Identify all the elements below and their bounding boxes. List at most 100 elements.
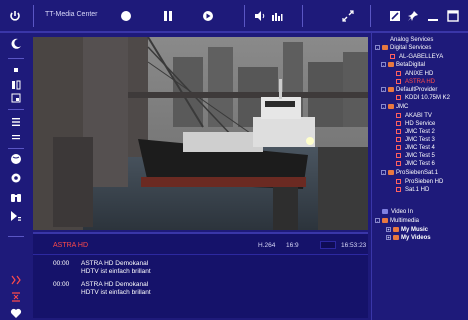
tree-label: Video In (391, 209, 413, 215)
collapse-icon[interactable]: - (375, 45, 380, 50)
maximize-icon[interactable] (446, 8, 460, 24)
pause-button[interactable] (160, 8, 176, 24)
tree-item-jmc-test-3[interactable]: JMC Test 3 (396, 136, 466, 144)
folder-icon (393, 235, 399, 240)
toolbar-separator (244, 5, 245, 27)
edit-icon[interactable] (388, 8, 402, 24)
fullscreen-icon[interactable] (340, 8, 356, 24)
tree-label: Analog Services (390, 37, 434, 43)
globe-icon[interactable] (8, 152, 24, 166)
current-time: 16:53:23 (341, 242, 367, 249)
tree-label: KDDI 10.75M K2 (405, 95, 451, 101)
folder-icon (382, 218, 388, 223)
folder-icon (393, 227, 399, 232)
channel-icon (396, 79, 401, 84)
collapse-icon[interactable]: - (381, 170, 386, 175)
tree-item-jmc-test-5[interactable]: JMC Test 5 (396, 152, 466, 160)
settings-icon[interactable] (8, 171, 24, 185)
tree-item-kddi[interactable]: KDDI 10.75M K2 (396, 94, 466, 102)
channel-icon (396, 113, 401, 118)
tree-item-defaultprovider[interactable]: - DefaultProvider (381, 86, 465, 94)
list-icon[interactable] (8, 115, 24, 129)
event-subtitle: HDTV ist einfach brillant (81, 289, 151, 296)
tree-label: JMC (396, 104, 409, 110)
picture-in-picture-icon[interactable] (8, 91, 24, 105)
tree-item-betadigital[interactable]: - BetaDigital (381, 61, 465, 69)
expand-icon[interactable]: + (386, 235, 391, 240)
timer-icon[interactable] (8, 290, 24, 304)
channel-icon (396, 153, 401, 158)
tree-item-jmc[interactable]: - JMC (381, 103, 465, 111)
tree-item-multimedia[interactable]: - Multimedia (375, 217, 465, 225)
tree-item-my-music[interactable]: + My Music (386, 226, 466, 234)
collapse-icon[interactable]: - (381, 62, 386, 67)
tree-item-hd-service[interactable]: HD Service (396, 120, 466, 128)
tree-item-akabi-tv[interactable]: AKABI TV (396, 112, 466, 120)
tree-label: My Videos (401, 235, 431, 241)
play-button[interactable] (200, 8, 216, 24)
toolbar-separator (8, 148, 24, 149)
play-list-icon[interactable] (8, 209, 24, 223)
program-info-panel: ASTRA HD H.264 16:9 16:53:23 00:00 ASTRA… (33, 232, 368, 318)
event-title[interactable]: ASTRA HD Demokanal (81, 281, 148, 288)
volume-icon[interactable] (253, 8, 267, 24)
menu-icon[interactable] (8, 131, 24, 145)
tree-label: Multimedia (390, 218, 420, 224)
tree-item-prosiebensat1[interactable]: - ProSiebenSat.1 (381, 169, 468, 177)
tree-label: JMC Test 2 (405, 129, 435, 135)
video-display[interactable] (33, 37, 368, 230)
tree-item-digital[interactable]: - Digital Services (375, 44, 465, 52)
tree-label: HD Service (405, 121, 436, 127)
audio-channels-icon[interactable] (270, 8, 284, 24)
channel-icon (396, 121, 401, 126)
binoculars-icon[interactable] (8, 190, 24, 204)
channel-icon (396, 129, 401, 134)
aspect-ratio: 16:9 (286, 242, 299, 249)
tree-item-jmc-test-4[interactable]: JMC Test 4 (396, 144, 466, 152)
tree-label: Sat.1 HD (405, 187, 430, 193)
collapse-icon[interactable]: - (381, 87, 386, 92)
channel-icon (396, 71, 401, 76)
favorite-icon[interactable] (8, 306, 24, 320)
tree-label: ANIXE HD (405, 71, 434, 77)
collapse-icon[interactable]: - (375, 218, 380, 223)
folder-icon (388, 104, 394, 109)
power-icon[interactable] (8, 8, 22, 24)
channel-icon (396, 161, 401, 166)
tree-item-jmc-test-6[interactable]: JMC Test 6 (396, 160, 466, 168)
left-toolbar (0, 33, 32, 320)
tree-label: Digital Services (390, 45, 432, 51)
event-title[interactable]: ASTRA HD Demokanal (81, 260, 148, 267)
small-screen-icon[interactable] (8, 63, 24, 77)
tree-item-jmc-test-2[interactable]: JMC Test 2 (396, 128, 466, 136)
channel-tree: Analog Services - Digital Services AL-GA… (371, 33, 468, 320)
record-schedule-icon[interactable] (8, 273, 24, 287)
event-time: 00:00 (53, 281, 70, 288)
split-screen-icon[interactable] (8, 78, 24, 92)
event-time: 00:00 (53, 260, 70, 267)
toolbar-separator (8, 58, 24, 59)
tree-item-anixe-hd[interactable]: ANIXE HD (396, 70, 466, 78)
event-subtitle: HDTV ist einfach brillant (81, 268, 151, 275)
pin-icon[interactable] (406, 8, 420, 24)
toolbar-separator (8, 236, 24, 237)
collapse-icon[interactable]: - (381, 104, 386, 109)
tree-label: JMC Test 4 (405, 145, 435, 151)
channel-icon (396, 145, 401, 150)
video-frame (33, 37, 368, 230)
tree-item-astra-hd[interactable]: ASTRA HD (396, 78, 466, 86)
tree-label: JMC Test 3 (405, 137, 435, 143)
toolbar-separator (370, 5, 371, 27)
minimize-icon[interactable] (426, 8, 440, 24)
record-button[interactable] (118, 8, 134, 24)
tree-item-sat1-hd[interactable]: Sat.1 HD (396, 186, 466, 194)
tree-item-prosieben-hd[interactable]: ProSieben HD (396, 178, 468, 186)
tree-label: ProSiebenSat.1 (396, 170, 439, 176)
expand-icon[interactable]: + (386, 227, 391, 232)
channel-icon (396, 137, 401, 142)
folder-icon (388, 87, 394, 92)
tree-item-al-gabelleya[interactable]: AL-GABELLEYA (390, 53, 465, 61)
moon-icon[interactable] (8, 37, 24, 51)
tree-item-video-in[interactable]: Video In (382, 208, 466, 216)
tree-item-my-videos[interactable]: + My Videos (386, 234, 466, 242)
